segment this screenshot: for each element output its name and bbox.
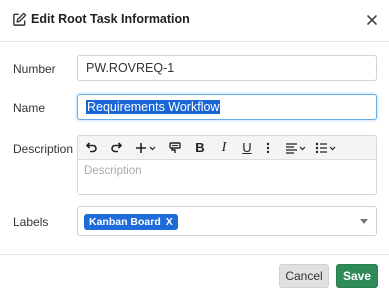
edit-icon bbox=[12, 12, 27, 27]
name-label: Name bbox=[13, 101, 46, 115]
underline-icon[interactable]: U bbox=[239, 139, 255, 157]
description-input[interactable]: Description bbox=[78, 160, 376, 194]
editor-toolbar: B I U bbox=[78, 136, 376, 160]
number-field[interactable]: PW.ROVREQ-1 bbox=[77, 55, 377, 81]
name-value: Requirements Workflow bbox=[86, 100, 221, 114]
chevron-down-icon[interactable] bbox=[360, 219, 368, 224]
more-vertical-icon[interactable] bbox=[262, 139, 274, 157]
dialog-header: Edit Root Task Information bbox=[0, 0, 389, 42]
label-chip: Kanban Board X bbox=[84, 214, 178, 230]
number-label: Number bbox=[13, 62, 56, 76]
remove-label-button[interactable]: X bbox=[166, 216, 173, 228]
footer-divider bbox=[0, 254, 389, 255]
label-chip-text: Kanban Board bbox=[89, 216, 161, 228]
labels-select[interactable]: Kanban Board X bbox=[77, 206, 377, 236]
italic-icon[interactable]: I bbox=[216, 139, 232, 157]
insert-plus-icon[interactable] bbox=[134, 139, 158, 157]
save-button[interactable]: Save bbox=[336, 264, 378, 288]
edit-root-task-dialog: Edit Root Task Information Number PW.ROV… bbox=[0, 0, 389, 299]
undo-icon[interactable] bbox=[82, 139, 100, 157]
close-icon[interactable] bbox=[365, 13, 379, 27]
format-painter-icon[interactable] bbox=[166, 139, 184, 157]
cancel-button[interactable]: Cancel bbox=[279, 264, 329, 288]
redo-icon[interactable] bbox=[108, 139, 126, 157]
description-editor: B I U Description bbox=[77, 135, 377, 195]
bold-icon[interactable]: B bbox=[192, 139, 208, 157]
list-dropdown-icon[interactable] bbox=[314, 139, 338, 157]
labels-label: Labels bbox=[13, 215, 49, 229]
align-dropdown-icon[interactable] bbox=[284, 139, 308, 157]
dialog-title: Edit Root Task Information bbox=[31, 12, 190, 26]
description-placeholder: Description bbox=[84, 165, 142, 177]
description-label: Description bbox=[13, 142, 74, 156]
name-field[interactable]: Requirements Workflow bbox=[77, 94, 377, 120]
number-value: PW.ROVREQ-1 bbox=[86, 61, 175, 75]
